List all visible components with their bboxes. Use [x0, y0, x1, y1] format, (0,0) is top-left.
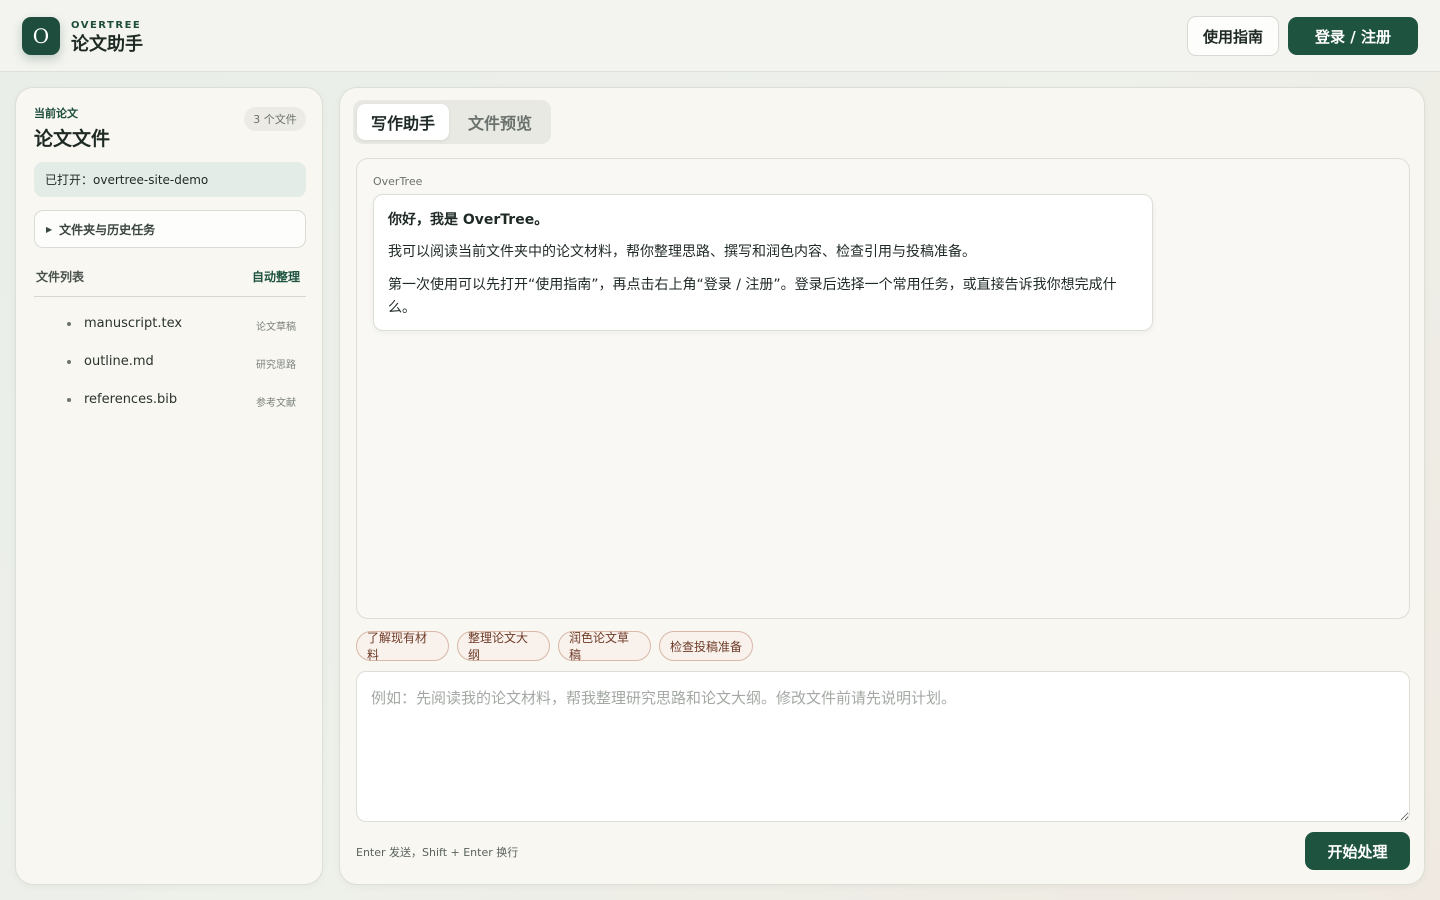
chip-review-materials[interactable]: 了解现有材料	[356, 631, 449, 662]
folder-history-toggle[interactable]: ▶ 文件夹与历史任务	[34, 210, 306, 248]
main-panel: 写作助手 文件预览 OverTree 你好，我是 OverTree。 我可以阅读…	[339, 87, 1425, 885]
bullet-icon	[67, 360, 71, 364]
chat-area: OverTree 你好，我是 OverTree。 我可以阅读当前文件夹中的论文材…	[356, 158, 1410, 619]
guide-button[interactable]: 使用指南	[1187, 16, 1279, 56]
file-name: manuscript.tex	[84, 316, 183, 331]
current-paper-label: 当前论文	[34, 107, 78, 120]
sidebar-panel: 当前论文 论文文件 3 个文件 已打开：overtree-site-demo ▶…	[15, 87, 323, 885]
chip-check-submission[interactable]: 检查投稿准备	[659, 631, 753, 661]
chip-polish-draft[interactable]: 润色论文草稿	[558, 631, 651, 662]
file-count-badge: 3 个文件	[244, 107, 306, 131]
file-list-title: 文件列表	[36, 270, 85, 284]
brand-name: 论文助手	[71, 34, 143, 55]
message-text: 第一次使用可以先打开“使用指南”，再点击右上角“登录 / 注册”。登录后选择一个…	[388, 277, 1117, 316]
file-list: manuscript.tex 论文草稿 outline.md 研究思路 refe…	[34, 305, 306, 419]
message-sender: OverTree	[373, 175, 423, 188]
triangle-right-icon: ▶	[46, 224, 53, 234]
login-register-button[interactable]: 登录 / 注册	[1288, 17, 1418, 55]
file-list-header: 文件列表 自动整理	[34, 266, 306, 297]
logo-icon: O	[22, 17, 60, 55]
file-tag: 论文草稿	[256, 322, 296, 333]
message-text: 我可以阅读当前文件夹中的论文材料，帮你整理思路、撰写和润色内容、检查引用与投稿准…	[388, 244, 976, 260]
assistant-message-bubble: 你好，我是 OverTree。 我可以阅读当前文件夹中的论文材料，帮你整理思路、…	[373, 194, 1153, 331]
file-tag: 参考文献	[256, 398, 296, 409]
opened-folder-status: 已打开：overtree-site-demo	[34, 162, 306, 197]
file-tag: 研究思路	[256, 360, 296, 371]
tab-file-preview[interactable]: 文件预览	[453, 104, 547, 140]
auto-organize-button[interactable]: 自动整理	[252, 268, 300, 285]
message-greeting: 你好，我是 OverTree。	[388, 212, 549, 228]
sidebar-title: 论文文件	[34, 128, 111, 150]
start-button[interactable]: 开始处理	[1305, 832, 1410, 870]
prompt-input[interactable]	[356, 671, 1410, 822]
file-name: references.bib	[84, 392, 178, 407]
folder-history-label: 文件夹与历史任务	[59, 222, 156, 237]
file-item[interactable]: references.bib 参考文献	[34, 381, 306, 419]
chip-organize-outline[interactable]: 整理论文大纲	[457, 631, 550, 662]
file-item[interactable]: manuscript.tex 论文草稿	[34, 305, 306, 343]
top-bar: O OVERTREE 论文助手 使用指南 登录 / 注册	[0, 0, 1440, 72]
bullet-icon	[67, 398, 71, 402]
file-item[interactable]: outline.md 研究思路	[34, 343, 306, 381]
bullet-icon	[67, 322, 71, 326]
file-name: outline.md	[84, 354, 154, 369]
tab-writing-assistant[interactable]: 写作助手	[357, 104, 449, 140]
tab-bar: 写作助手 文件预览	[353, 100, 551, 144]
quick-task-chips: 了解现有材料 整理论文大纲 润色论文草稿 检查投稿准备	[356, 631, 761, 662]
keyboard-hint: Enter 发送，Shift + Enter 换行	[356, 846, 519, 859]
